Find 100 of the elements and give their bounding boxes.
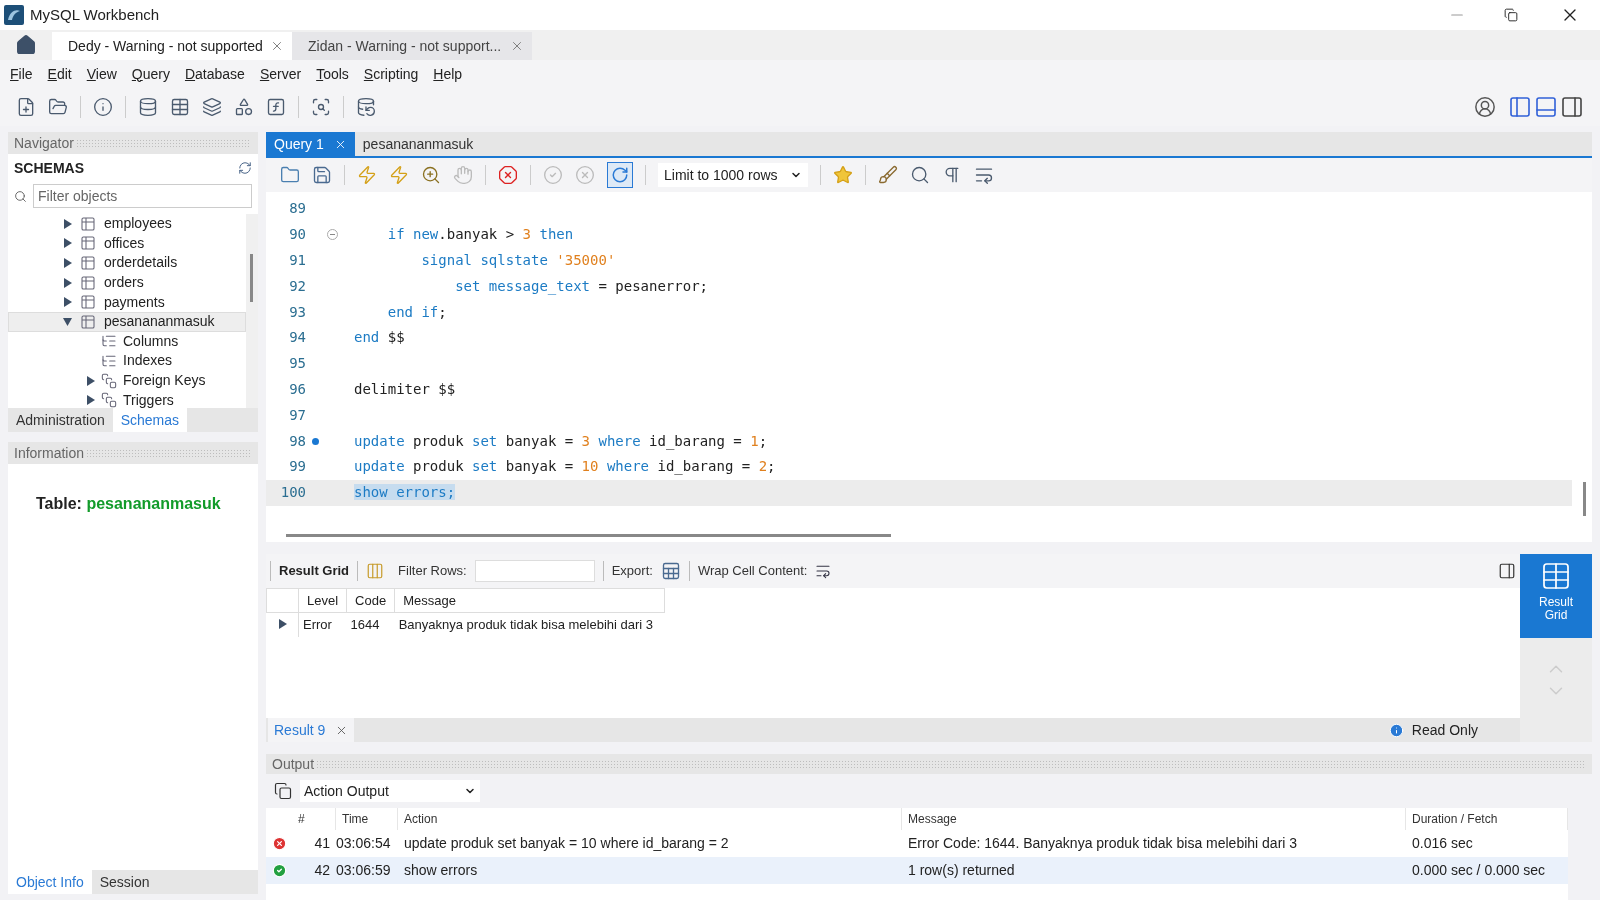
line-number: 93	[288, 302, 306, 322]
tree-item[interactable]: orderdetails	[8, 253, 246, 273]
menu-item[interactable]: Scripting	[357, 63, 425, 85]
close-tab-icon[interactable]	[270, 39, 284, 53]
explain-icon[interactable]	[421, 165, 441, 185]
expand-arrow-icon[interactable]	[86, 375, 95, 386]
right-panel-toggle-icon[interactable]	[1560, 95, 1584, 119]
column-header[interactable]: Message	[902, 808, 1406, 830]
table-cell-text: 1 row(s) returned	[907, 861, 1016, 880]
sidebar-tab[interactable]: Session	[91, 870, 158, 894]
database-icon[interactable]	[138, 97, 158, 117]
filter-rows-field[interactable]	[474, 560, 595, 582]
menu-item[interactable]: Server	[253, 63, 308, 85]
menu-item[interactable]: Database	[178, 63, 251, 85]
collapse-arrow-icon[interactable]	[63, 316, 72, 327]
expand-arrow-icon[interactable]	[63, 277, 72, 288]
expand-arrow-icon[interactable]	[63, 238, 72, 249]
tree-item[interactable]: employees	[8, 214, 246, 234]
table-icon[interactable]	[170, 97, 190, 117]
menu-item[interactable]: Query	[125, 63, 176, 85]
filter-field[interactable]: Filter objects	[33, 184, 252, 208]
row-pointer-icon[interactable]	[277, 619, 287, 629]
function-icon[interactable]	[266, 97, 286, 117]
panel-title: Output	[272, 754, 315, 774]
tree-item[interactable]: payments	[8, 292, 246, 312]
expand-arrow-icon[interactable]	[63, 258, 72, 268]
tree-item[interactable]: orders	[8, 272, 246, 293]
connection-tab[interactable]: Zidan - Warning - not support...	[292, 32, 532, 60]
expand-arrow-icon[interactable]	[63, 218, 72, 229]
settings-icon[interactable]	[1474, 96, 1496, 118]
new-file-icon[interactable]	[16, 97, 36, 117]
inspect-icon[interactable]	[311, 97, 331, 117]
sidebar-tab[interactable]: Schemas	[112, 408, 188, 432]
copy-icon[interactable]	[274, 782, 292, 800]
autocommit-toggle[interactable]	[607, 162, 633, 188]
menu-item[interactable]: Tools	[310, 63, 355, 85]
refresh-icon[interactable]	[238, 161, 252, 175]
export-label: Export:	[611, 562, 653, 581]
result-tab[interactable]: Result 9	[268, 718, 355, 742]
menu-item[interactable]: Edit	[41, 63, 78, 85]
read-only-label: Read Only	[1411, 720, 1478, 740]
table-cell-text: 03:06:54	[336, 834, 392, 853]
connection-tab[interactable]: Dedy - Warning - not supported	[52, 32, 292, 60]
column-header[interactable]: Duration / Fetch	[1406, 808, 1568, 830]
stop-on-error-icon[interactable]	[498, 165, 518, 185]
sidebar-tab[interactable]: Administration	[8, 408, 113, 432]
export-icon[interactable]	[660, 561, 681, 581]
star-icon[interactable]	[833, 165, 853, 185]
search-icon[interactable]	[910, 165, 930, 185]
tree-item[interactable]: pesanananmasuk	[8, 311, 246, 332]
column-header[interactable]: Code	[346, 588, 395, 613]
expand-arrow-icon[interactable]	[86, 395, 95, 406]
info-icon[interactable]	[93, 97, 113, 117]
side-panel-icon[interactable]	[1498, 562, 1516, 580]
menu-item[interactable]: View	[80, 63, 123, 85]
query-tab[interactable]: pesanananmasuk	[354, 132, 482, 156]
column-header[interactable]: Time	[336, 808, 398, 830]
restore-icon[interactable]	[1504, 8, 1518, 22]
wrap-icon[interactable]	[815, 563, 832, 579]
tree-item[interactable]: Indexes	[8, 351, 246, 371]
column-header[interactable]: #	[266, 808, 336, 830]
table-cell-text: 0.016 sec	[1411, 834, 1474, 853]
code-line: update produk set banyak = 3 where id_barang = 1;	[354, 431, 768, 452]
layers-icon[interactable]	[202, 97, 222, 117]
sidebar-tab[interactable]: Object Info	[8, 870, 92, 894]
grid-icon[interactable]	[1540, 560, 1572, 592]
column-header[interactable]: Message	[394, 588, 665, 613]
sidebar-toggle-icon[interactable]	[1508, 95, 1532, 119]
scrollbar[interactable]	[286, 533, 891, 537]
column-header[interactable]: Level	[298, 588, 347, 613]
success-icon	[271, 863, 287, 878]
output-mode-dropdown[interactable]: Action Output	[300, 780, 480, 802]
search-icon	[14, 189, 27, 203]
tree-item[interactable]: Triggers	[8, 390, 246, 408]
home-icon[interactable]	[15, 34, 37, 56]
expand-arrow-icon[interactable]	[63, 297, 72, 308]
table-cell: Error	[298, 612, 347, 637]
database-sync-icon[interactable]	[356, 97, 376, 117]
panel-title: Information	[14, 443, 85, 463]
table-cell-text: update produk set banyak = 10 where id_barang = 2	[403, 834, 730, 853]
tree-item[interactable]: Foreign Keys	[8, 370, 246, 391]
scrollbar[interactable]	[250, 254, 253, 302]
result-grid-button[interactable]: Result Grid	[1520, 554, 1592, 638]
open-file-icon[interactable]	[48, 97, 68, 117]
tree-item[interactable]: Columns	[8, 331, 246, 352]
menu-item[interactable]: File	[4, 63, 39, 85]
window-title: MySQL Workbench	[30, 4, 160, 25]
tree-item[interactable]: offices	[8, 233, 246, 254]
brush-icon[interactable]	[878, 165, 898, 185]
fold-icon[interactable]	[326, 229, 338, 241]
query-tab[interactable]: Query 1	[266, 132, 355, 156]
close-tab-icon[interactable]	[510, 39, 524, 53]
menu-item[interactable]: Help	[427, 63, 469, 85]
scrollbar[interactable]	[1583, 482, 1586, 516]
shapes-icon[interactable]	[234, 97, 254, 117]
save-icon[interactable]	[312, 165, 332, 185]
table-cell-text: 0.000 sec / 0.000 sec	[1411, 861, 1547, 880]
column-header[interactable]: Action	[398, 808, 902, 830]
limit-dropdown[interactable]: Limit to 1000 rows	[658, 163, 808, 187]
bottom-panel-toggle-icon[interactable]	[1534, 95, 1558, 119]
